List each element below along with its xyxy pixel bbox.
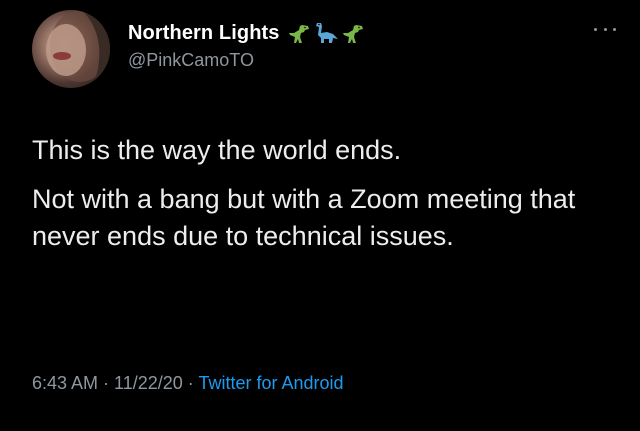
- tweet-paragraph: Not with a bang but with a Zoom meeting …: [32, 184, 576, 251]
- user-handle[interactable]: @PinkCamoTO: [128, 50, 364, 71]
- more-dot-icon: [594, 27, 597, 31]
- more-dot-icon: [603, 27, 607, 31]
- tweet-header: Northern Lights @PinkCamoTO: [128, 20, 364, 80]
- t-rex-icon: [342, 25, 363, 43]
- avatar[interactable]: [32, 10, 110, 88]
- name-row: Northern Lights: [128, 20, 364, 46]
- sauropod-icon: [315, 23, 338, 43]
- more-options-button[interactable]: [594, 24, 616, 34]
- t-rex-icon: [288, 25, 309, 43]
- name-emojis: [288, 21, 364, 45]
- tweet-card: Northern Lights @PinkCamoTO This is the …: [0, 0, 640, 431]
- tweet-time[interactable]: 6:43 AM: [32, 373, 98, 393]
- more-dot-icon: [613, 27, 616, 31]
- tweet-text: This is the way the world ends. Not with…: [32, 132, 612, 267]
- avatar-photo: [32, 10, 110, 88]
- tweet-metadata: 6:43 AM · 11/22/20 · Twitter for Android: [32, 373, 344, 394]
- tweet-paragraph: This is the way the world ends.: [32, 135, 402, 165]
- separator: ·: [98, 373, 115, 393]
- display-name[interactable]: Northern Lights: [128, 22, 280, 45]
- separator: ·: [182, 373, 199, 393]
- tweet-source-link[interactable]: Twitter for Android: [198, 373, 343, 393]
- tweet-date[interactable]: 11/22/20: [114, 373, 183, 393]
